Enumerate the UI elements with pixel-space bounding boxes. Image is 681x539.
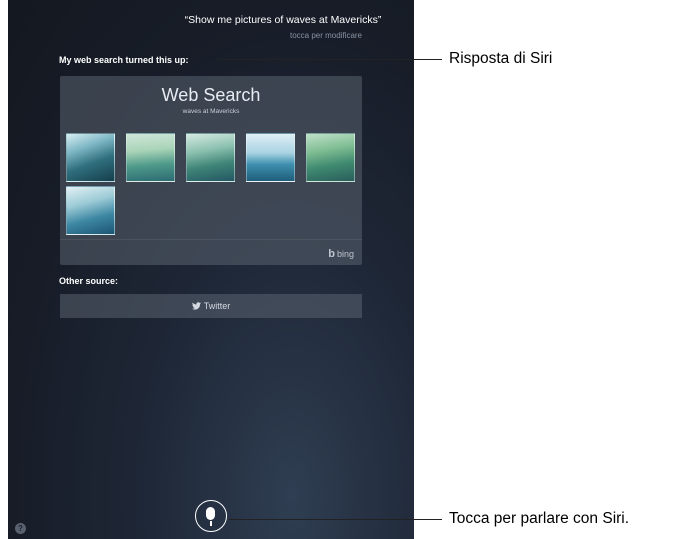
card-title: Web Search [161, 85, 261, 105]
card-subtitle: waves at Mavericks [182, 108, 240, 115]
edit-hint[interactable]: tocca per modificare [290, 31, 362, 40]
provider-label: bing [336, 249, 354, 259]
response-callout-line [218, 59, 442, 60]
twitter-label: Twitter [203, 301, 231, 311]
help-icon[interactable]: ? [15, 523, 26, 534]
wave-thumbnail[interactable] [186, 133, 235, 182]
twitter-button[interactable]: Twitter [60, 294, 362, 318]
microphone-stand [210, 521, 212, 526]
card-footer: b bing [60, 239, 362, 266]
microphone-icon [206, 507, 215, 520]
siri-query[interactable]: “Show me pictures of waves at Mavericks” [8, 14, 414, 26]
siri-screen: “Show me pictures of waves at Mavericks”… [8, 0, 414, 539]
query-text[interactable]: “Show me pictures of waves at Mavericks” [185, 14, 382, 26]
wave-thumbnail[interactable] [66, 133, 115, 182]
wave-thumbnail[interactable] [66, 186, 115, 235]
web-search-card[interactable]: Web Search waves at Mavericks b bing [60, 76, 362, 265]
bing-logo[interactable]: b bing [328, 248, 354, 260]
web-search-label: My web search turned this up: [59, 55, 189, 65]
twitter-bird-icon [191, 302, 201, 310]
response-callout: Risposta di Siri [449, 50, 553, 67]
speak-callout-line [229, 519, 442, 520]
wave-thumbnail[interactable] [306, 133, 355, 182]
wave-thumbnail[interactable] [126, 133, 175, 182]
speak-callout: Tocca per parlare con Siri. [449, 510, 630, 527]
other-source-label: Other source: [59, 276, 119, 286]
microphone-button[interactable] [195, 500, 227, 532]
wave-thumbnail[interactable] [246, 133, 295, 182]
bing-logo-icon: b [328, 248, 335, 260]
